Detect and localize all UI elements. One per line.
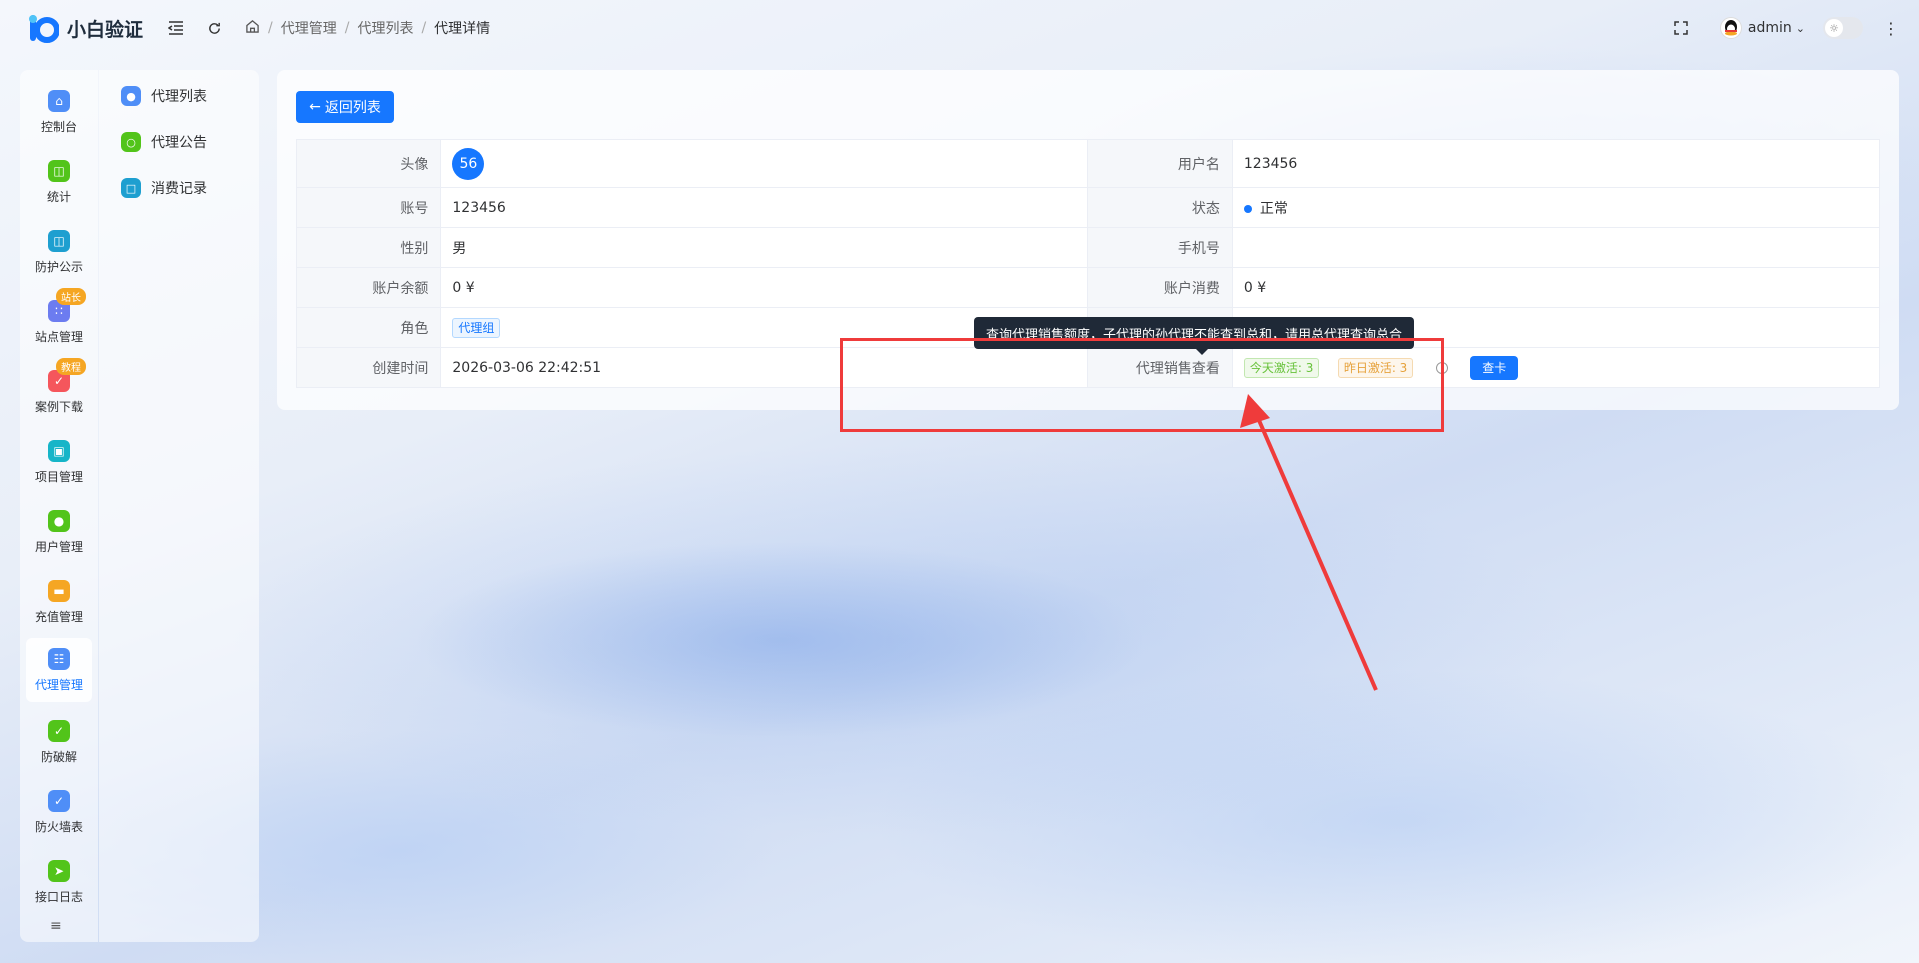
annotation-arrow [1240, 394, 1378, 691]
